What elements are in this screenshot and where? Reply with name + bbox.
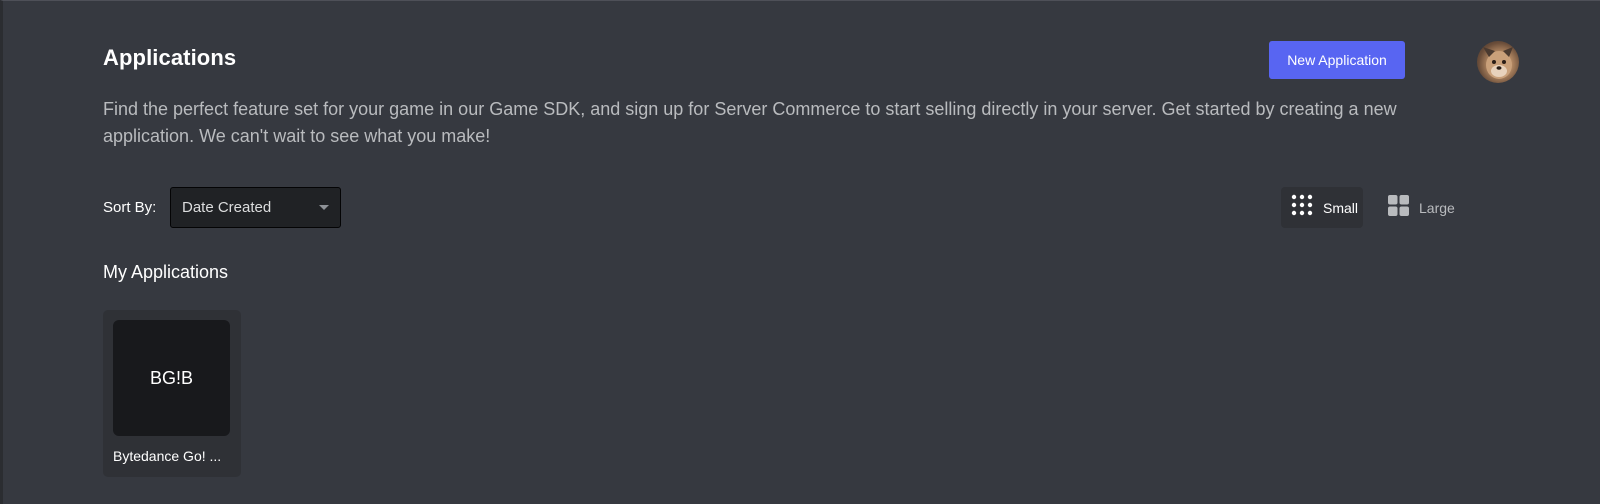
application-icon: BG!B [113,320,230,436]
applications-page: Applications New Application Find the pe… [0,0,1600,504]
page-description: Find the perfect feature set for your ga… [103,99,1397,146]
my-applications-heading: My Applications [103,262,229,282]
sort-by-label: Sort By: [103,199,157,216]
chevron-down-icon [319,205,329,210]
application-card[interactable]: BG!B Bytedance Go! ... [103,310,241,477]
application-name: Bytedance Go! ... [113,448,222,464]
page-title: Applications [103,45,237,70]
large-grid-icon [1388,194,1409,221]
sort-by-dropdown[interactable]: Date Created [170,187,341,228]
sort-by-selected-value: Date Created [182,199,272,216]
user-avatar[interactable] [1477,41,1519,83]
application-icon-text: BG!B [149,367,193,388]
view-small-label: Small [1323,199,1359,216]
view-small-button[interactable]: Small [1281,187,1363,228]
small-grid-icon [1291,194,1313,221]
view-large-button[interactable]: Large [1379,187,1463,228]
view-large-label: Large [1419,199,1455,216]
new-application-button[interactable]: New Application [1269,41,1405,79]
